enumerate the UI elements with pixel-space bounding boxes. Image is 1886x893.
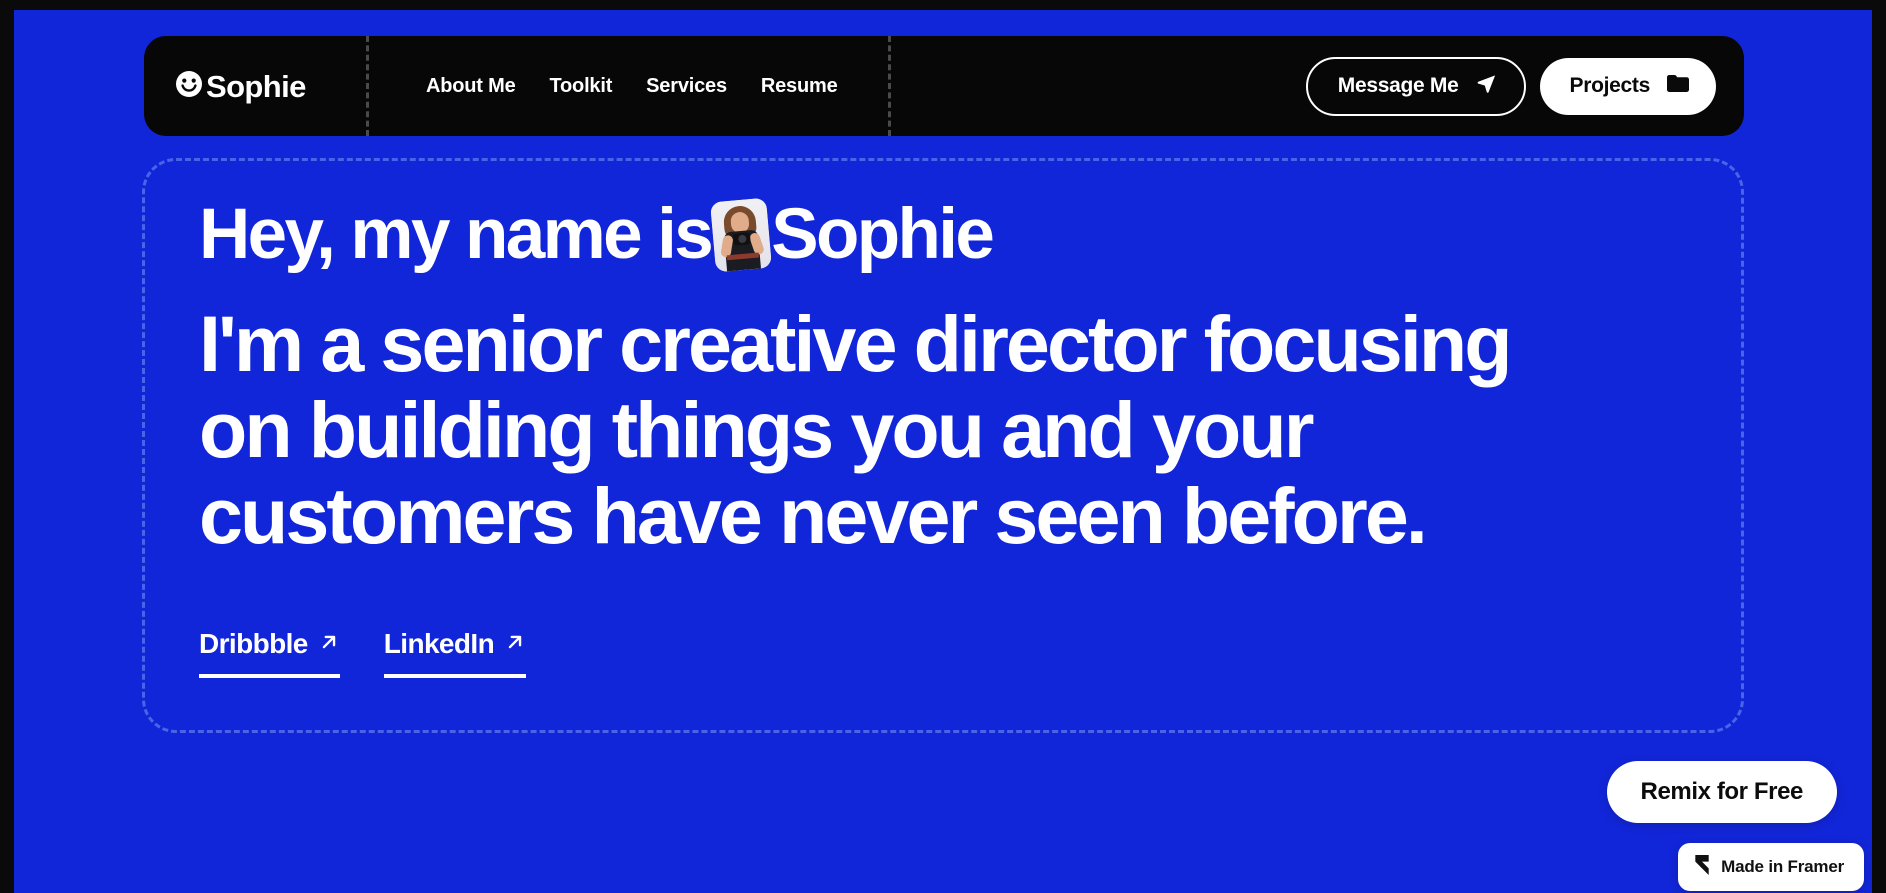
message-me-label: Message Me: [1337, 74, 1459, 97]
dribbble-label: Dribbble: [199, 628, 308, 659]
nav-links: About Me Toolkit Services Resume: [369, 36, 891, 136]
message-me-button[interactable]: Message Me: [1305, 56, 1526, 116]
projects-label: Projects: [1569, 74, 1651, 97]
hero-social-links: Dribbble LinkedIn: [199, 628, 527, 678]
smiley-face-icon: [174, 69, 204, 104]
made-in-framer-badge[interactable]: Made in Framer: [1678, 843, 1864, 891]
hero-inner: Hey, my name is Sophie I'm a senior crea…: [145, 161, 1741, 559]
page-frame: Sophie About Me Toolkit Services Resume …: [0, 0, 1886, 893]
send-plane-icon: [1475, 72, 1498, 101]
projects-button[interactable]: Projects: [1539, 57, 1716, 115]
hero-title: Hey, my name is Sophie: [199, 195, 1685, 274]
hero-section: Hey, my name is Sophie I'm a senior crea…: [142, 158, 1744, 733]
nav-link-about-me[interactable]: About Me: [409, 65, 533, 108]
main-navbar: Sophie About Me Toolkit Services Resume …: [144, 36, 1744, 136]
nav-actions: Message Me Projects: [1305, 56, 1744, 116]
hero-title-after: Sophie: [771, 195, 995, 274]
nav-link-toolkit[interactable]: Toolkit: [533, 65, 630, 108]
remix-for-free-button[interactable]: Remix for Free: [1606, 761, 1837, 823]
made-in-framer-label: Made in Framer: [1721, 857, 1844, 876]
dribbble-link[interactable]: Dribbble: [199, 628, 340, 678]
framer-logo-icon: [1694, 854, 1710, 880]
arrow-up-right-icon: [504, 628, 526, 660]
page-canvas: Sophie About Me Toolkit Services Resume …: [14, 10, 1872, 893]
arrow-up-right-icon: [318, 628, 340, 660]
brand-logo[interactable]: Sophie: [174, 69, 306, 104]
folder-icon: [1666, 73, 1690, 100]
nav-link-resume[interactable]: Resume: [744, 65, 855, 108]
brand-name: Sophie: [206, 68, 306, 104]
linkedin-link[interactable]: LinkedIn: [383, 628, 527, 678]
nav-link-services[interactable]: Services: [629, 65, 744, 108]
hero-subtitle: I'm a senior creative director focusing …: [199, 299, 1513, 560]
brand-cell: Sophie: [144, 36, 369, 136]
hero-title-before: Hey, my name is: [199, 195, 714, 274]
hero-portrait-photo: [710, 197, 773, 273]
linkedin-label: LinkedIn: [383, 628, 495, 659]
